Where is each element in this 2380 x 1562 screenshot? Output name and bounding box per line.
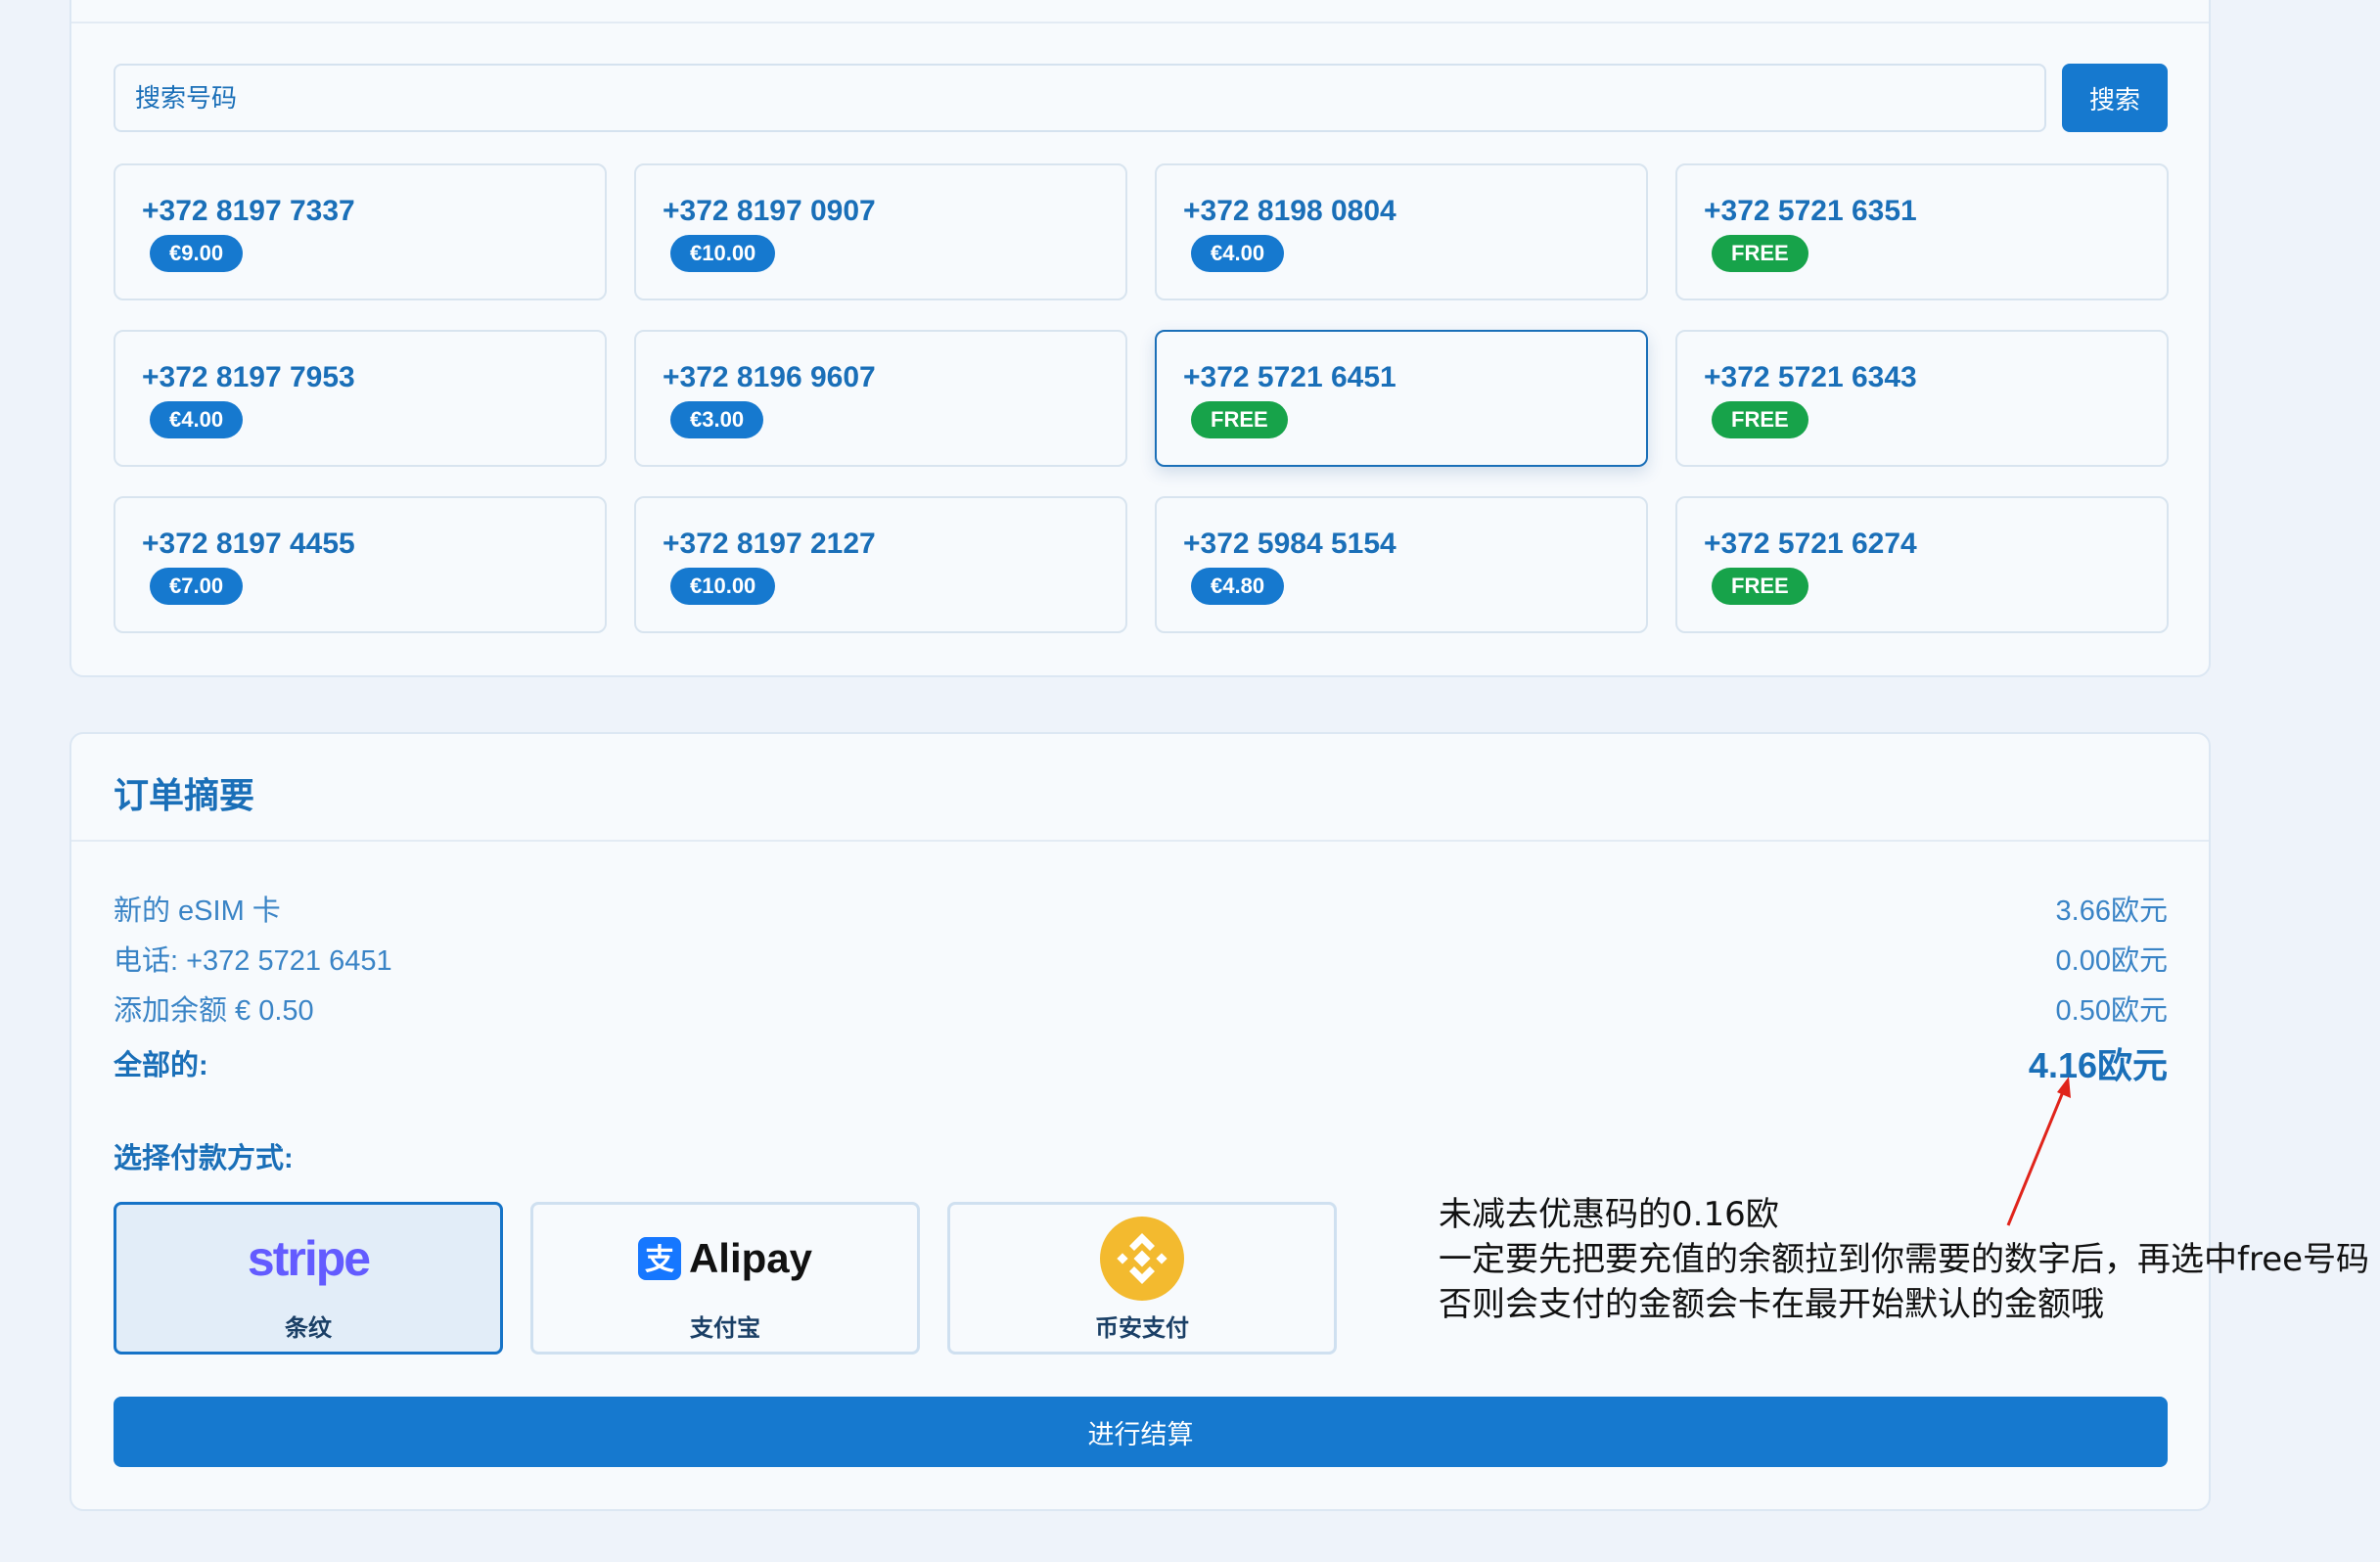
annotation-line: 否则会支付的金额会卡在最开始默认的金额哦 xyxy=(1439,1285,2104,1324)
annotation-line: 未减去优惠码的0.16欧 xyxy=(1439,1195,1779,1234)
annotation-arrow-icon xyxy=(2006,1077,2071,1226)
annotation-line: 一定要先把要充值的余额拉到你需要的数字后，再选中free号码 xyxy=(1439,1240,2370,1279)
annotation-note: 未减去优惠码的0.16欧 一定要先把要充值的余额拉到你需要的数字后，再选中fre… xyxy=(1439,1192,2369,1327)
